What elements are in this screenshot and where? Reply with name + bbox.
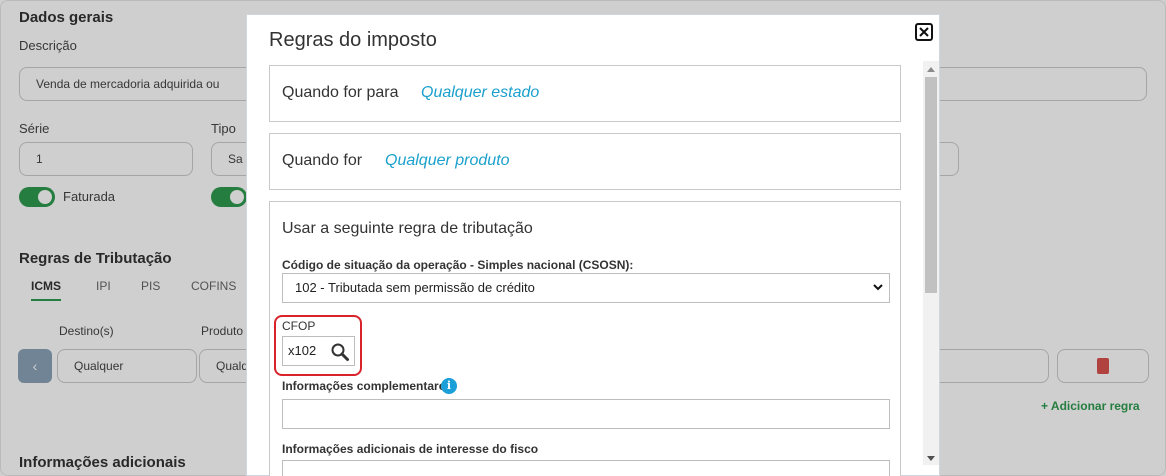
info-icon[interactable]: i (441, 378, 457, 394)
modal-scroll-area[interactable]: Quando for para Qualquer estado Quando f… (269, 65, 901, 476)
qualquer-estado-link[interactable]: Qualquer estado (421, 84, 539, 102)
destino-label: Quando for para (282, 84, 399, 101)
card-destino: Quando for para Qualquer estado (269, 65, 901, 122)
magnifier-icon[interactable] (330, 342, 350, 362)
card-produto: Quando for Qualquer produto (269, 133, 901, 190)
csosn-label: Código de situação da operação - Simples… (282, 258, 634, 272)
cfop-value: x102 (288, 343, 317, 358)
produto-label: Quando for (282, 152, 363, 169)
cfop-input[interactable]: x102 (282, 336, 355, 366)
close-icon (919, 27, 929, 37)
info-fisco-input[interactable] (282, 460, 890, 476)
info-complementares-input[interactable] (282, 399, 890, 429)
scroll-thumb[interactable] (925, 77, 937, 293)
info-complementares-label: Informações complementares (282, 379, 453, 393)
scroll-up-arrow[interactable] (927, 67, 935, 72)
card-regra-tributacao: Usar a seguinte regra de tributação Códi… (269, 201, 901, 476)
qualquer-produto-link[interactable]: Qualquer produto (385, 152, 510, 170)
csosn-select[interactable]: 102 - Tributada sem permissão de crédito (282, 273, 890, 303)
close-button[interactable] (915, 23, 933, 41)
cfop-label: CFOP (282, 319, 316, 333)
modal-scrollbar[interactable] (923, 61, 939, 465)
chevron-down-icon (873, 284, 883, 291)
regras-imposto-modal: Regras do imposto Quando for para Qualqu… (246, 14, 940, 476)
modal-title: Regras do imposto (269, 29, 437, 51)
scroll-down-arrow[interactable] (927, 456, 935, 461)
regra-tributacao-title: Usar a seguinte regra de tributação (282, 220, 533, 237)
csosn-selected-value: 102 - Tributada sem permissão de crédito (295, 280, 535, 295)
info-fisco-label: Informações adicionais de interesse do f… (282, 442, 539, 456)
